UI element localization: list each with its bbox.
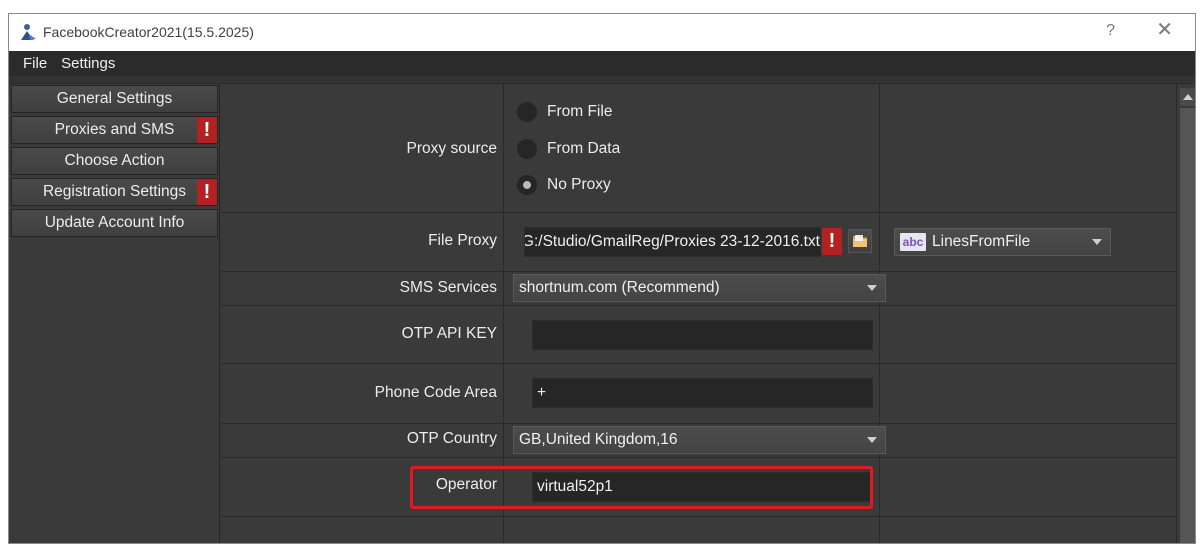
proxy-mode-value: LinesFromFile bbox=[932, 233, 1031, 250]
menu-bar: File Settings bbox=[9, 51, 1195, 76]
warning-icon: ! bbox=[197, 118, 217, 143]
sidebar-item-label: General Settings bbox=[56, 90, 173, 107]
file-proxy-label: File Proxy bbox=[428, 232, 497, 249]
sms-services-label: SMS Services bbox=[399, 279, 497, 296]
file-proxy-input[interactable]: G:/Studio/GmailReg/Proxies 23-12-2016.tx… bbox=[524, 227, 821, 257]
radio-from-data[interactable]: From Data bbox=[517, 139, 620, 159]
radio-button[interactable] bbox=[517, 139, 537, 159]
operator-highlight-box bbox=[410, 466, 873, 509]
sms-services-select[interactable]: shortnum.com (Recommend) bbox=[513, 274, 886, 302]
window-title: FacebookCreator2021(15.5.2025) bbox=[43, 24, 254, 40]
radio-label: No Proxy bbox=[547, 176, 611, 193]
phone-code-area-input[interactable]: + bbox=[532, 378, 873, 408]
radio-no-proxy[interactable]: No Proxy bbox=[517, 175, 611, 195]
radio-label: From File bbox=[547, 103, 613, 120]
sidebar-item-update-account-info[interactable]: Update Account Info bbox=[11, 209, 218, 237]
sidebar-item-label: Choose Action bbox=[64, 152, 165, 169]
scroll-thumb[interactable] bbox=[1180, 108, 1195, 543]
help-button[interactable]: ? bbox=[1106, 22, 1115, 40]
file-proxy-value: G:/Studio/GmailReg/Proxies 23-12-2016.tx… bbox=[524, 233, 820, 250]
otp-api-key-input[interactable] bbox=[532, 320, 873, 350]
title-bar: FacebookCreator2021(15.5.2025) ? ✕ bbox=[9, 14, 1195, 51]
radio-button[interactable] bbox=[517, 102, 537, 122]
close-button[interactable]: ✕ bbox=[1156, 20, 1173, 40]
warning-icon: ! bbox=[197, 180, 217, 205]
sidebar-item-choose-action[interactable]: Choose Action bbox=[11, 147, 218, 175]
toolbar-separator bbox=[9, 76, 1195, 84]
radio-button[interactable] bbox=[517, 175, 537, 195]
otp-country-value: GB,United Kingdom,16 bbox=[519, 431, 678, 448]
chevron-down-icon bbox=[1092, 239, 1102, 245]
chevron-down-icon bbox=[867, 437, 877, 443]
sms-services-value: shortnum.com (Recommend) bbox=[519, 279, 720, 296]
app-logo-icon bbox=[21, 24, 36, 40]
folder-icon bbox=[853, 235, 867, 247]
row-divider bbox=[221, 423, 1176, 424]
otp-api-key-label: OTP API KEY bbox=[401, 325, 497, 342]
row-divider bbox=[221, 516, 1176, 517]
proxy-source-label: Proxy source bbox=[406, 140, 497, 157]
otp-country-select[interactable]: GB,United Kingdom,16 bbox=[513, 426, 886, 454]
radio-label: From Data bbox=[547, 140, 621, 157]
radio-from-file[interactable]: From File bbox=[517, 102, 612, 122]
sidebar-item-registration-settings[interactable]: Registration Settings ! bbox=[11, 178, 218, 206]
menu-settings[interactable]: Settings bbox=[53, 55, 121, 72]
scroll-up-arrow-icon[interactable] bbox=[1180, 88, 1195, 106]
sidebar: General Settings Proxies and SMS ! Choos… bbox=[9, 84, 220, 543]
vertical-scrollbar[interactable] bbox=[1176, 84, 1195, 543]
row-divider bbox=[221, 212, 1176, 213]
row-divider bbox=[221, 457, 1176, 458]
column-divider bbox=[879, 84, 880, 543]
row-divider bbox=[221, 305, 1176, 306]
proxy-mode-select[interactable]: abc LinesFromFile bbox=[894, 228, 1111, 256]
sidebar-item-label: Registration Settings bbox=[42, 183, 187, 200]
chevron-down-icon bbox=[867, 285, 877, 291]
menu-file[interactable]: File bbox=[9, 55, 53, 72]
sidebar-item-label: Update Account Info bbox=[44, 214, 185, 231]
app-window: FacebookCreator2021(15.5.2025) ? ✕ File … bbox=[8, 13, 1196, 544]
otp-country-label: OTP Country bbox=[406, 430, 497, 447]
warning-icon: ! bbox=[822, 228, 842, 255]
row-divider bbox=[221, 271, 1176, 272]
text-lines-icon: abc bbox=[900, 233, 926, 251]
sidebar-item-label: Proxies and SMS bbox=[54, 121, 175, 138]
sidebar-item-proxies-and-sms[interactable]: Proxies and SMS ! bbox=[11, 116, 218, 144]
sidebar-item-general-settings[interactable]: General Settings bbox=[11, 85, 218, 113]
row-divider bbox=[221, 363, 1176, 364]
phone-code-area-label: Phone Code Area bbox=[374, 384, 497, 401]
browse-folder-button[interactable] bbox=[848, 229, 872, 253]
